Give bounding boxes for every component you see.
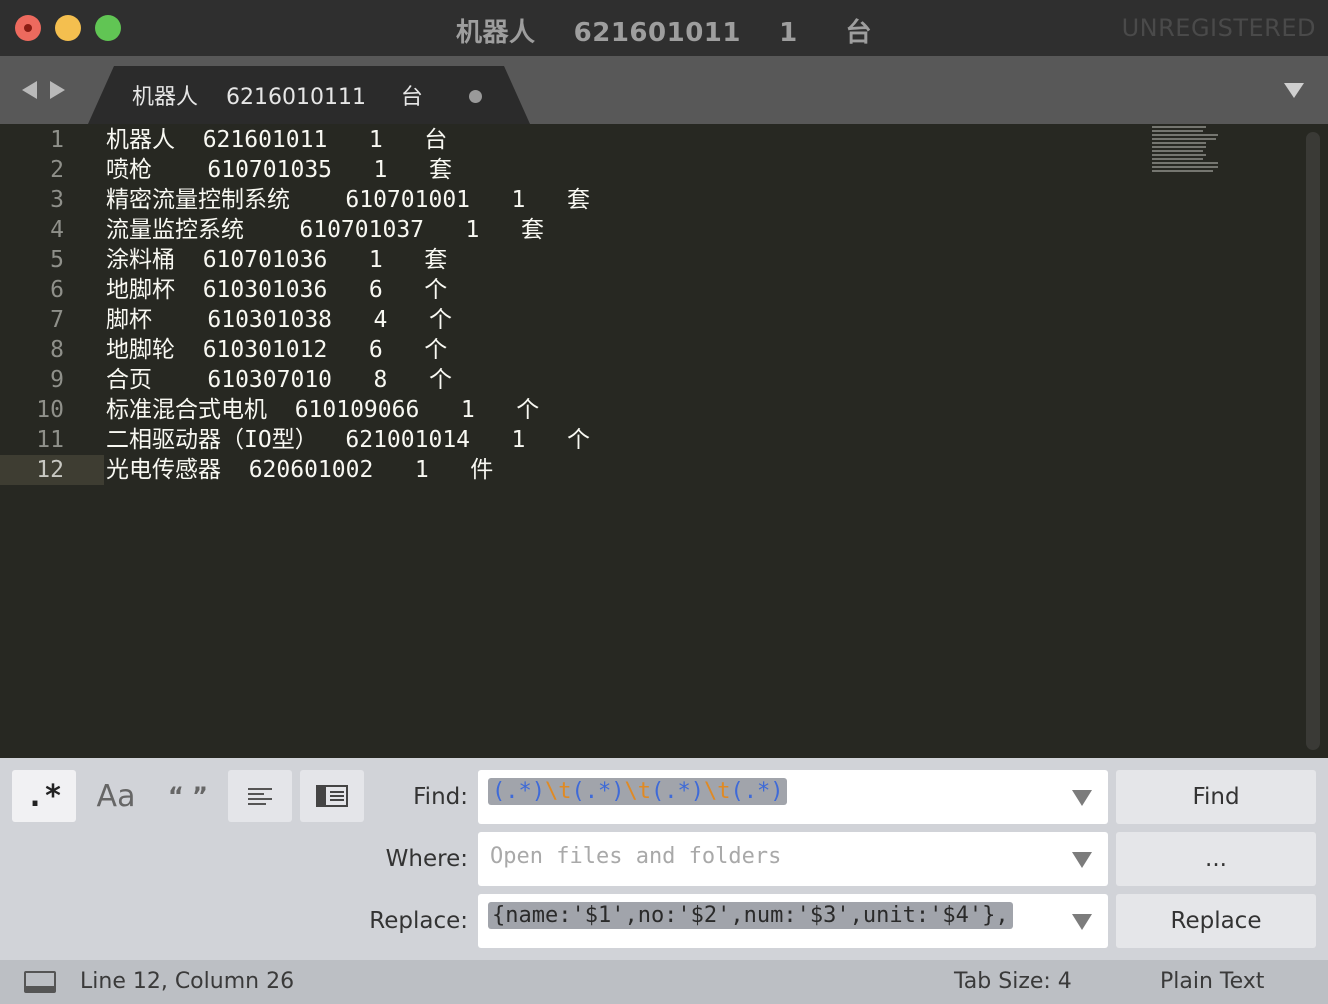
line-number: 5: [50, 247, 64, 273]
where-dropdown-icon[interactable]: [1072, 852, 1092, 868]
find-history-dropdown-icon[interactable]: [1072, 790, 1092, 806]
line-number: 6: [50, 277, 64, 303]
status-bar: Line 12, Column 26 Tab Size: 4 Plain Tex…: [0, 960, 1328, 1004]
tab-label: 机器人 6216010111 台: [132, 85, 423, 110]
minimap-line: [1152, 158, 1204, 160]
code-line[interactable]: 机器人 621601011 1 台: [106, 125, 447, 155]
regex-token: \t: [703, 779, 731, 804]
code-line[interactable]: 地脚轮 610301012 6 个: [106, 335, 447, 365]
code-line[interactable]: 脚杯 610301038 4 个: [106, 305, 452, 335]
find-value: (.*)\t(.*)\t(.*)\t(.*): [488, 778, 788, 805]
line-number: 2: [50, 157, 64, 183]
tab-list-dropdown-icon[interactable]: [1284, 83, 1304, 98]
code-line[interactable]: 光电传感器 620601002 1 件: [106, 455, 493, 485]
panel-toggle-icon[interactable]: [24, 971, 56, 993]
code-line[interactable]: 流量监控系统 610701037 1 套: [106, 215, 544, 245]
code-line[interactable]: 标准混合式电机 610109066 1 个: [106, 395, 539, 425]
minimap-line: [1152, 134, 1218, 136]
tab-size-selector[interactable]: Tab Size: 4: [954, 969, 1072, 994]
tab-active-file[interactable]: 机器人 6216010111 台: [88, 66, 530, 124]
regex-token: \t: [544, 779, 572, 804]
replace-label: Replace:: [369, 908, 468, 934]
line-number: 10: [36, 397, 64, 423]
line-number: 1: [50, 127, 64, 153]
tab-bar: 机器人 6216010111 台: [0, 56, 1328, 124]
replace-history-dropdown-icon[interactable]: [1072, 914, 1092, 930]
code-line[interactable]: 喷枪 610701035 1 套: [106, 155, 452, 185]
minimap-line: [1152, 126, 1207, 128]
replace-value: {name:'$1',no:'$2',num:'$3',unit:'$4'},: [488, 902, 1013, 929]
where-label: Where:: [385, 846, 468, 872]
minimap-line: [1152, 142, 1207, 144]
unsaved-indicator-icon[interactable]: [469, 90, 482, 103]
tab-forward-icon[interactable]: [50, 81, 65, 99]
code-line[interactable]: 二相驱动器（IO型） 621001014 1 个: [106, 425, 590, 455]
minimap[interactable]: [1152, 126, 1222, 174]
line-number: 8: [50, 337, 64, 363]
line-number-gutter: 1 2 3 4 5 6 7 8 9 10 11 12: [0, 124, 104, 758]
minimap-line: [1152, 130, 1204, 132]
line-number: 11: [36, 427, 64, 453]
code-line[interactable]: 地脚杯 610301036 6 个: [106, 275, 447, 305]
line-number: 4: [50, 217, 64, 243]
line-number: 7: [50, 307, 64, 333]
minimap-line: [1152, 170, 1213, 172]
regex-token: \t: [624, 779, 651, 804]
syntax-selector[interactable]: Plain Text: [1160, 969, 1264, 994]
whole-word-toggle-button[interactable]: “ ”: [156, 770, 220, 822]
vertical-scrollbar[interactable]: [1306, 132, 1320, 750]
regex-toggle-button[interactable]: .*: [12, 770, 76, 822]
minimap-line: [1152, 166, 1218, 168]
code-line[interactable]: 涂料桶 610701036 1 套: [106, 245, 447, 275]
line-number: 12: [36, 457, 64, 483]
license-badge: UNREGISTERED: [1121, 14, 1316, 42]
find-replace-panel: .* Aa “ ” Find: (.*)\t(.*)\t(.*)\t(.*) F…: [0, 758, 1328, 960]
code-line[interactable]: 精密流量控制系统 610701001 1 套: [106, 185, 590, 215]
where-placeholder: Open files and folders: [490, 844, 782, 869]
case-sensitive-toggle-button[interactable]: Aa: [84, 770, 148, 822]
minimap-line: [1152, 162, 1218, 164]
minimap-line: [1152, 138, 1216, 140]
tab-back-icon[interactable]: [22, 81, 37, 99]
replace-button[interactable]: Replace: [1116, 894, 1316, 948]
minimap-line: [1152, 146, 1207, 148]
find-label: Find:: [413, 784, 468, 810]
regex-token: (.*): [730, 779, 784, 804]
where-browse-button[interactable]: ...: [1116, 832, 1316, 886]
line-number: 3: [50, 187, 64, 213]
title-bar: 机器人 621601011 1 台 UNREGISTERED: [0, 0, 1328, 56]
minimap-line: [1152, 150, 1204, 152]
minimap-line: [1152, 154, 1207, 156]
code-editor[interactable]: 1 2 3 4 5 6 7 8 9 10 11 12 机器人 621601011 1 台喷枪 6107…: [0, 124, 1328, 758]
where-input[interactable]: Open files and folders: [478, 832, 1108, 886]
replace-input[interactable]: {name:'$1',no:'$2',num:'$3',unit:'$4'},: [478, 894, 1108, 948]
regex-token: (.*): [571, 779, 625, 804]
code-line[interactable]: 合页 610307010 8 个: [106, 365, 452, 395]
find-button[interactable]: Find: [1116, 770, 1316, 824]
line-number: 9: [50, 367, 64, 393]
find-input[interactable]: (.*)\t(.*)\t(.*)\t(.*): [478, 770, 1108, 824]
cursor-position[interactable]: Line 12, Column 26: [80, 969, 294, 994]
regex-token: (.*): [492, 779, 545, 804]
regex-token: (.*): [650, 779, 704, 804]
